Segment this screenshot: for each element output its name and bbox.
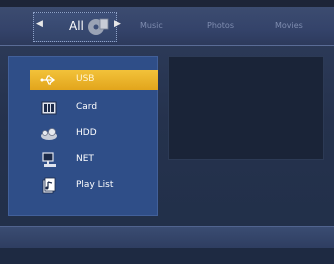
next-tab-arrow-icon[interactable]: ▶ bbox=[114, 19, 121, 29]
menu-item-label: Play List bbox=[76, 180, 114, 190]
network-icon bbox=[42, 152, 56, 167]
hdd-icon bbox=[41, 128, 57, 140]
previous-tab-arrow-icon[interactable]: ◀ bbox=[36, 19, 43, 29]
menu-item-label: NET bbox=[76, 154, 94, 164]
menu-item-label: Card bbox=[76, 102, 98, 112]
menu-item-net[interactable]: NET bbox=[30, 150, 158, 170]
menu-item-play-list[interactable]: Play List bbox=[30, 176, 158, 196]
top-strip bbox=[0, 0, 334, 7]
tab-photos[interactable]: Photos bbox=[207, 21, 234, 31]
tab-movies[interactable]: Movies bbox=[275, 21, 303, 31]
menu-item-label: USB bbox=[76, 74, 95, 84]
card-icon bbox=[41, 101, 57, 115]
menu-item-usb[interactable]: USB bbox=[30, 70, 158, 90]
playlist-icon bbox=[42, 177, 56, 194]
menu-item-hdd[interactable]: HDD bbox=[30, 124, 158, 144]
menu-item-card[interactable]: Card bbox=[30, 98, 158, 118]
tab-all-label: All bbox=[69, 19, 84, 33]
bottom-info-bar bbox=[0, 226, 334, 249]
menu-item-label: HDD bbox=[76, 128, 97, 138]
media-browser-screen: ◀ All ▶ Music Photos Movies USB Card HDD… bbox=[0, 0, 334, 264]
media-disc-icon bbox=[88, 18, 109, 35]
bottom-strip bbox=[0, 248, 334, 264]
preview-pane bbox=[168, 56, 324, 160]
usb-icon bbox=[40, 75, 56, 85]
tab-music[interactable]: Music bbox=[140, 21, 163, 31]
